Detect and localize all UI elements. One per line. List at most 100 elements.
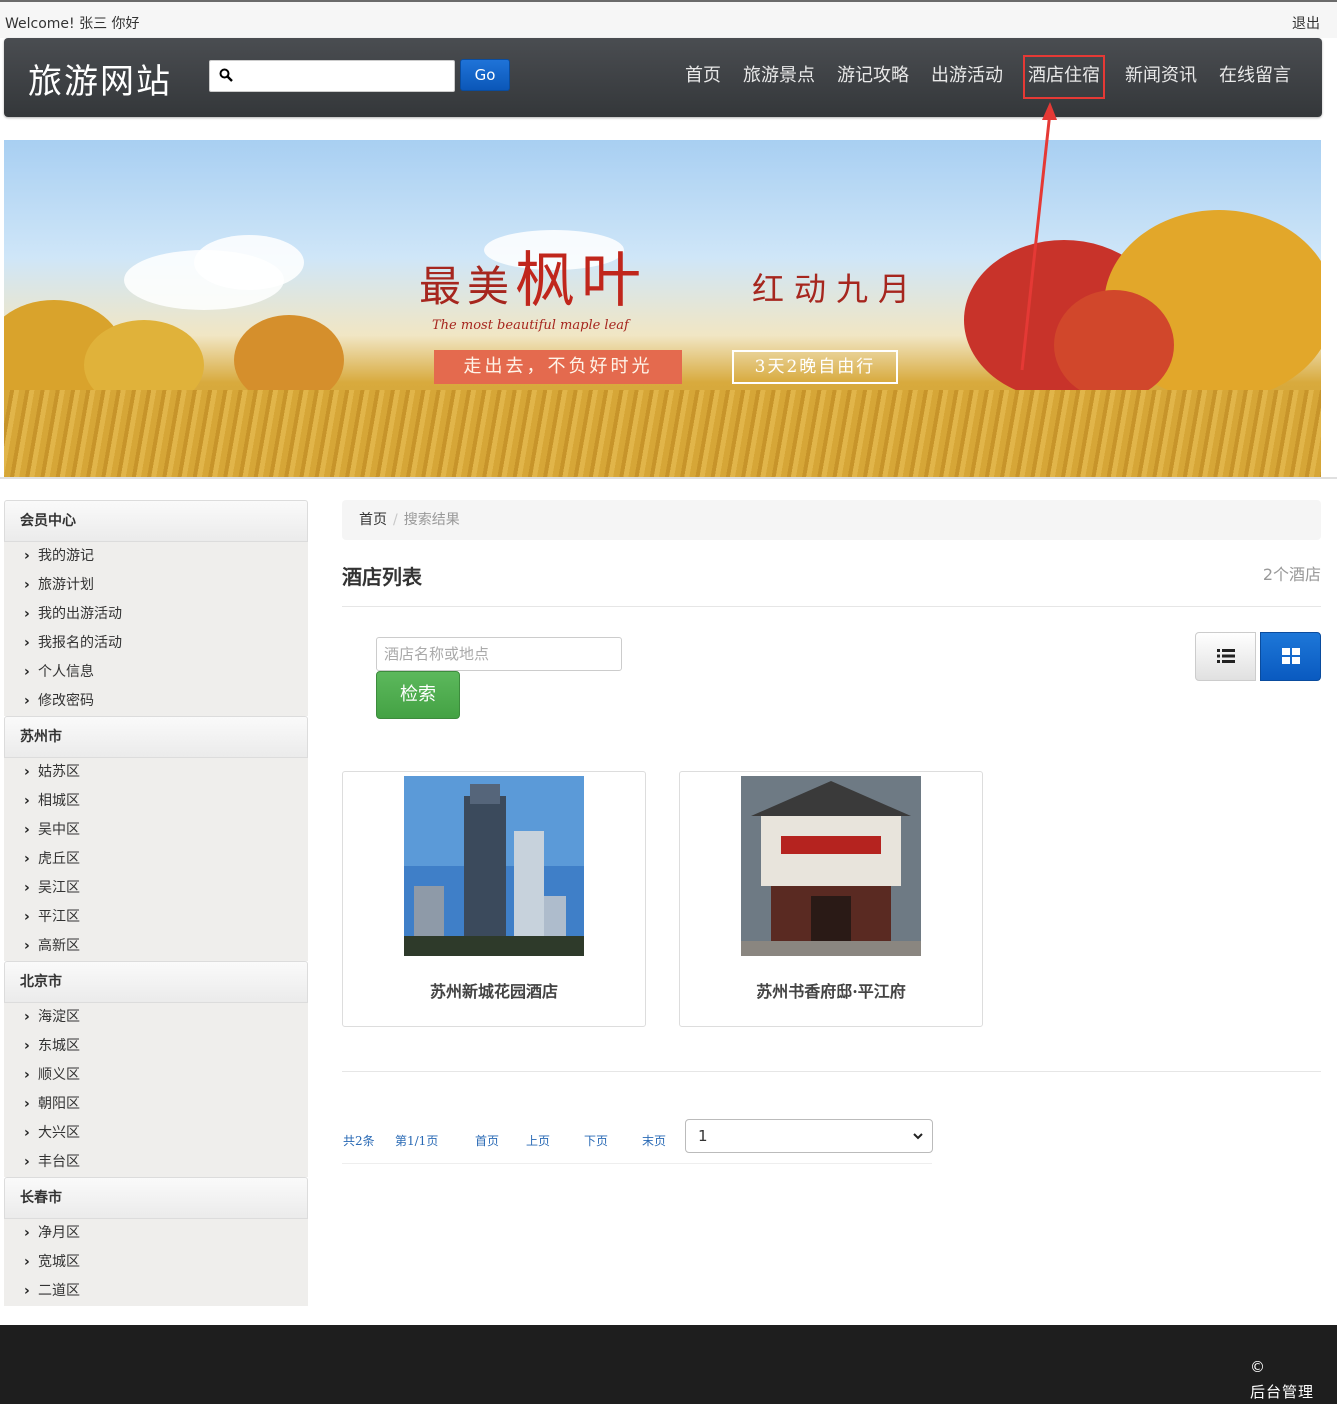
sidebar-item-my-activities[interactable]: › 我的出游活动	[4, 600, 308, 629]
banner-title: 最美枫叶	[419, 232, 647, 319]
sidebar-item-dongcheng[interactable]: › 东城区	[4, 1032, 308, 1061]
sidebar-item-registered-activities[interactable]: › 我报名的活动	[4, 629, 308, 658]
divider	[342, 606, 1321, 607]
grid-icon	[1282, 648, 1300, 664]
chevron-right-icon: ›	[24, 851, 30, 867]
site-brand[interactable]: 旅游网站	[28, 54, 172, 103]
sidebar-item-jingyue[interactable]: › 净月区	[4, 1219, 308, 1248]
nav-item-attractions[interactable]: 旅游景点	[732, 55, 826, 99]
sidebar-item-gusu[interactable]: › 姑苏区	[4, 758, 308, 787]
sidebar-item-wujiang[interactable]: › 吴江区	[4, 874, 308, 903]
pager-next[interactable]: 下页	[584, 1132, 608, 1149]
nav-item-hotels[interactable]: 酒店住宿	[1023, 55, 1105, 99]
sidebar-item-label: 二道区	[38, 1283, 80, 1299]
banner-divider	[0, 477, 1337, 479]
sidebar-item-label: 相城区	[38, 793, 80, 809]
sidebar-item-label: 旅游计划	[38, 577, 94, 593]
sidebar-item-chaoyang[interactable]: › 朝阳区	[4, 1090, 308, 1119]
chevron-right-icon: ›	[24, 1283, 30, 1299]
sidebar-item-label: 东城区	[38, 1038, 80, 1054]
nav-item-travel-notes[interactable]: 游记攻略	[826, 55, 920, 99]
chevron-right-icon: ›	[24, 1154, 30, 1170]
chevron-right-icon: ›	[24, 548, 30, 564]
divider	[342, 1071, 1321, 1072]
sidebar-item-erdao[interactable]: › 二道区	[4, 1277, 308, 1306]
hotel-name[interactable]: 苏州书香府邸·平江府	[680, 978, 982, 1002]
sidebar-item-huqiu[interactable]: › 虎丘区	[4, 845, 308, 874]
sidebar-item-label: 吴江区	[38, 880, 80, 896]
sidebar-item-daxing[interactable]: › 大兴区	[4, 1119, 308, 1148]
sidebar-item-label: 高新区	[38, 938, 80, 954]
tree	[1054, 290, 1174, 400]
go-button[interactable]: Go	[460, 59, 510, 91]
sidebar-item-wuzhong[interactable]: › 吴中区	[4, 816, 308, 845]
chevron-right-icon: ›	[24, 664, 30, 680]
sidebar-header-beijing: 北京市	[4, 961, 308, 1003]
sidebar-item-label: 海淀区	[38, 1009, 80, 1025]
hotel-search-input[interactable]	[376, 637, 622, 671]
site-search-box	[209, 60, 455, 92]
hotel-search-button[interactable]: 检索	[376, 671, 460, 719]
hotel-card[interactable]: 苏州书香府邸·平江府	[679, 771, 983, 1027]
chevron-right-icon: ›	[24, 1096, 30, 1112]
page-select-value: 1	[698, 1127, 708, 1145]
sidebar-item-shunyi[interactable]: › 顺义区	[4, 1061, 308, 1090]
sidebar-item-fengtai[interactable]: › 丰台区	[4, 1148, 308, 1177]
pager-last[interactable]: 末页	[642, 1132, 666, 1149]
sidebar-item-travel-plan[interactable]: › 旅游计划	[4, 571, 308, 600]
nav-menu: 首页 旅游景点 游记攻略 出游活动 酒店住宿 新闻资讯 在线留言	[674, 55, 1302, 99]
logout-link[interactable]: 退出	[1292, 13, 1320, 33]
sidebar: 会员中心 › 我的游记 › 旅游计划 › 我的出游活动 › 我报名的活动 › 个人信息 ›…	[4, 500, 308, 1306]
sidebar-item-pingjiang[interactable]: › 平江区	[4, 903, 308, 932]
list-icon	[1217, 649, 1235, 663]
hotel-name[interactable]: 苏州新城花园酒店	[343, 978, 645, 1002]
nav-item-news[interactable]: 新闻资讯	[1114, 55, 1208, 99]
sidebar-item-label: 平江区	[38, 909, 80, 925]
search-icon	[219, 68, 233, 82]
sidebar-item-label: 大兴区	[38, 1125, 80, 1141]
navbar: 旅游网站 Go 首页 旅游景点 游记攻略 出游活动 酒店住宿 新闻资讯 在线留言	[4, 38, 1322, 117]
nav-item-activities[interactable]: 出游活动	[920, 55, 1014, 99]
cloud	[194, 235, 304, 290]
chevron-right-icon: ›	[24, 793, 30, 809]
sidebar-item-profile[interactable]: › 个人信息	[4, 658, 308, 687]
sidebar-item-label: 我的出游活动	[38, 606, 122, 622]
sidebar-item-haidian[interactable]: › 海淀区	[4, 1003, 308, 1032]
pager-first[interactable]: 首页	[475, 1132, 499, 1149]
nav-item-messages[interactable]: 在线留言	[1208, 55, 1302, 99]
sidebar-item-xiangcheng[interactable]: › 相城区	[4, 787, 308, 816]
breadcrumb-home[interactable]: 首页	[359, 512, 387, 528]
hotel-photo-skyline	[404, 776, 584, 956]
page-select[interactable]: 1	[685, 1119, 933, 1153]
page-title: 酒店列表	[342, 565, 422, 589]
hotel-card[interactable]: 苏州新城花园酒店	[342, 771, 646, 1027]
sidebar-item-kuancheng[interactable]: › 宽城区	[4, 1248, 308, 1277]
admin-link[interactable]: 后台管理	[1250, 1381, 1314, 1402]
banner-title-part3: 红动九月	[752, 270, 921, 308]
chevron-right-icon: ›	[24, 1125, 30, 1141]
sidebar-item-change-password[interactable]: › 修改密码	[4, 687, 308, 716]
annotation-arrow-icon	[1020, 102, 1057, 371]
sidebar-item-label: 姑苏区	[38, 764, 80, 780]
grid-view-button[interactable]	[1260, 632, 1321, 681]
sidebar-item-label: 宽城区	[38, 1254, 80, 1270]
sidebar-item-my-notes[interactable]: › 我的游记	[4, 542, 308, 571]
sidebar-item-label: 我的游记	[38, 548, 94, 564]
hotel-photo[interactable]	[404, 776, 584, 956]
banner-title-part1: 最美	[419, 262, 516, 311]
chevron-right-icon: ›	[24, 822, 30, 838]
sidebar-item-label: 顺义区	[38, 1067, 80, 1083]
hotel-photo[interactable]	[741, 776, 921, 956]
pager-total: 共2条	[343, 1134, 375, 1148]
chevron-right-icon: ›	[24, 1038, 30, 1054]
breadcrumb: 首页 / 搜索结果	[342, 500, 1321, 540]
list-view-button[interactable]	[1195, 632, 1256, 681]
sidebar-item-gaoxin[interactable]: › 高新区	[4, 932, 308, 961]
chevron-right-icon: ›	[24, 693, 30, 709]
site-search-input[interactable]	[240, 63, 450, 89]
banner-tag-trip: 3天2晚自由行	[732, 350, 898, 384]
sidebar-item-label: 个人信息	[38, 664, 94, 680]
chevron-right-icon: ›	[24, 880, 30, 896]
nav-item-home[interactable]: 首页	[674, 55, 732, 99]
pager-prev[interactable]: 上页	[526, 1132, 550, 1149]
